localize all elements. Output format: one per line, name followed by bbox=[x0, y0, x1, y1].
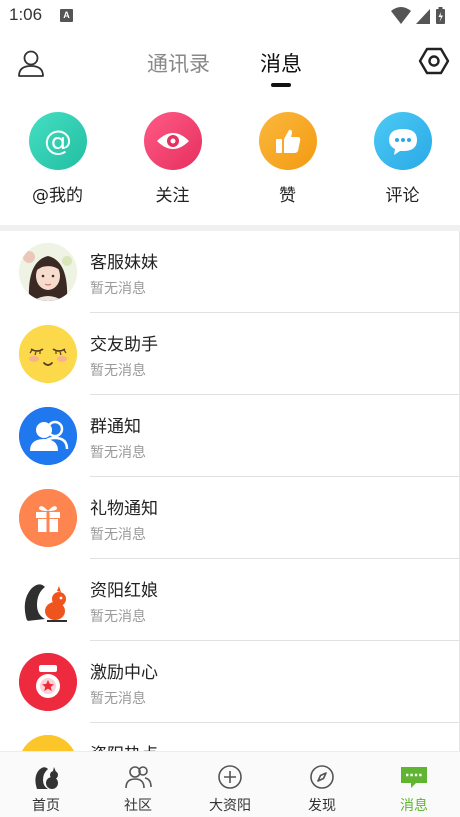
message-categories: @ @我的 关注 赞 评论 bbox=[0, 112, 460, 222]
nav-label: 首页 bbox=[32, 798, 60, 814]
squirrel-avatar bbox=[19, 571, 77, 629]
nav-community[interactable]: 社区 bbox=[92, 752, 184, 817]
item-subtitle: 暂无消息 bbox=[90, 527, 146, 543]
nav-label: 社区 bbox=[124, 798, 152, 814]
category-label: 关注 bbox=[155, 186, 190, 206]
svg-text:@: @ bbox=[44, 124, 72, 157]
gift-box-avatar bbox=[19, 489, 77, 547]
list-item[interactable]: 客服妹妹 暂无消息 bbox=[0, 231, 459, 313]
nav-messages[interactable]: 消息 bbox=[368, 752, 460, 817]
thumbs-up-icon bbox=[258, 112, 317, 170]
category-like[interactable]: 赞 bbox=[230, 112, 345, 206]
tab-contacts[interactable]: 通讯录 bbox=[147, 48, 210, 78]
item-title: 礼物通知 bbox=[90, 499, 158, 519]
list-item[interactable]: 资阳红娘 暂无消息 bbox=[0, 559, 459, 641]
item-title: 资阳红娘 bbox=[90, 581, 158, 601]
user-profile-icon[interactable] bbox=[16, 48, 46, 78]
list-item[interactable]: 激励中心 暂无消息 bbox=[0, 641, 459, 723]
chat-bubble-icon bbox=[373, 112, 432, 170]
community-icon bbox=[125, 766, 152, 789]
category-label: 评论 bbox=[385, 186, 420, 206]
list-item[interactable]: 资阳热点 bbox=[0, 723, 459, 751]
status-icons bbox=[391, 7, 445, 24]
message-list: 客服妹妹 暂无消息 交友助手 暂无消息 群通知 暂无消息 礼物通知 暂无消息 资… bbox=[0, 231, 460, 751]
category-label: @我的 bbox=[32, 186, 83, 206]
item-subtitle: 暂无消息 bbox=[90, 691, 146, 707]
list-item[interactable]: 礼物通知 暂无消息 bbox=[0, 477, 459, 559]
status-bar: 1:06 A bbox=[0, 0, 460, 32]
medal-avatar bbox=[19, 653, 77, 711]
squirrel-yellow-avatar bbox=[19, 735, 77, 751]
squirrel-home-icon bbox=[35, 767, 58, 789]
nav-label: 消息 bbox=[400, 798, 428, 814]
item-subtitle: 暂无消息 bbox=[90, 363, 146, 379]
item-subtitle: 暂无消息 bbox=[90, 281, 146, 297]
top-nav: 通讯录 消息 bbox=[0, 32, 460, 92]
girl-photo-avatar bbox=[19, 243, 77, 301]
tab-messages[interactable]: 消息 bbox=[260, 48, 302, 78]
item-title: 客服妹妹 bbox=[90, 253, 158, 273]
category-at-me[interactable]: @ @我的 bbox=[0, 112, 115, 206]
group-people-avatar bbox=[19, 407, 77, 465]
nav-discover[interactable]: 发现 bbox=[276, 752, 368, 817]
nav-home[interactable]: 首页 bbox=[0, 752, 92, 817]
category-comment[interactable]: 评论 bbox=[345, 112, 460, 206]
item-title: 资阳热点 bbox=[90, 740, 158, 751]
wifi-icon bbox=[391, 7, 411, 24]
at-icon: @ bbox=[28, 112, 87, 170]
battery-icon bbox=[436, 7, 445, 24]
compass-icon bbox=[310, 765, 334, 789]
nav-label: 发现 bbox=[308, 798, 336, 814]
message-icon bbox=[401, 767, 427, 788]
item-title: 群通知 bbox=[90, 417, 141, 437]
signal-icon bbox=[416, 9, 430, 24]
nav-big-ziyang[interactable]: 大资阳 bbox=[184, 752, 276, 817]
category-label: 赞 bbox=[279, 186, 296, 206]
bottom-nav: 首页 社区 大资阳 发现 消息 bbox=[0, 751, 460, 817]
plus-circle-icon bbox=[218, 765, 242, 789]
item-title: 激励中心 bbox=[90, 663, 158, 683]
item-title: 交友助手 bbox=[90, 335, 158, 355]
notification-a-icon: A bbox=[60, 9, 73, 22]
active-tab-indicator bbox=[271, 83, 291, 87]
eye-icon bbox=[143, 112, 202, 170]
list-item[interactable]: 交友助手 暂无消息 bbox=[0, 313, 459, 395]
item-subtitle: 暂无消息 bbox=[90, 609, 146, 625]
category-follow[interactable]: 关注 bbox=[115, 112, 230, 206]
smiley-face-avatar bbox=[19, 325, 77, 383]
nav-label: 大资阳 bbox=[209, 798, 251, 814]
item-subtitle: 暂无消息 bbox=[90, 445, 146, 461]
list-item[interactable]: 群通知 暂无消息 bbox=[0, 395, 459, 477]
status-time: 1:06 bbox=[9, 5, 43, 24]
settings-hexagon-icon[interactable] bbox=[418, 45, 450, 77]
